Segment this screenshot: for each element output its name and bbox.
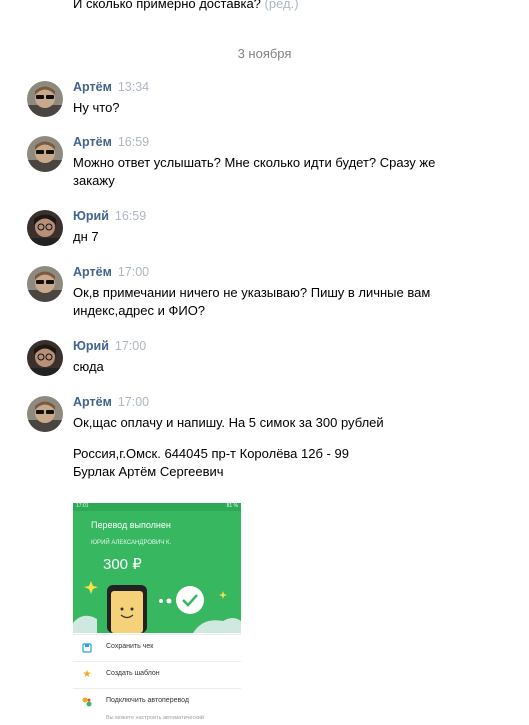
avatar-artyom[interactable] — [27, 81, 63, 117]
menu-label: Подключить автоперевод — [106, 697, 189, 704]
autopay-item[interactable]: Подключить автоперевод — [73, 688, 241, 716]
avatar-artyom[interactable] — [27, 396, 63, 432]
success-illustration — [73, 581, 241, 633]
message-meta: Юрий 16:59 — [73, 209, 146, 223]
author-name[interactable]: Артём — [73, 80, 112, 94]
message-text: Ну что? — [73, 99, 463, 117]
message-time[interactable]: 16:59 — [115, 209, 146, 223]
message-text: И сколько примерно доставка? — [73, 0, 261, 11]
avatar-artyom[interactable] — [27, 266, 63, 302]
author-name[interactable]: Артём — [73, 395, 112, 409]
autopay-hint: Вы можете настроить автоматический — [106, 715, 204, 721]
save-receipt-item[interactable]: Сохранить чек — [73, 634, 241, 662]
message-meta: Артём 16:59 — [73, 135, 149, 149]
previous-message-tail: И сколько примерно доставка? (ред.) — [73, 0, 299, 11]
avatar-yuriy[interactable] — [27, 210, 63, 246]
message-line: индекс,адрес и ФИО? — [73, 303, 206, 318]
message-line: Ок,в примечании ничего не указываю? Пишу… — [73, 285, 431, 300]
menu-label: Создать шаблон — [106, 670, 160, 677]
edited-marker[interactable]: (ред.) — [265, 0, 299, 11]
attached-photo[interactable]: 17:01 81 % Перевод выполнен ЮРИЙ АЛЕКСАН… — [73, 503, 241, 725]
message-time[interactable]: 17:00 — [118, 265, 149, 279]
star-icon: ★ — [82, 669, 92, 680]
author-name[interactable]: Юрий — [73, 209, 109, 223]
message-text: Ок,щас оплачу и напишу. На 5 симок за 30… — [73, 414, 463, 432]
menu-label: Сохранить чек — [106, 643, 154, 650]
message-text: Ок,в примечании ничего не указываю? Пишу… — [73, 284, 463, 320]
message-text: дн 7 — [73, 228, 463, 246]
message-line: сюда — [73, 359, 104, 374]
address-text: Россия,г.Омск. 644045 пр-т Королёва 12б … — [73, 445, 349, 481]
message-line: дн 7 — [73, 229, 99, 244]
author-name[interactable]: Артём — [73, 265, 112, 279]
date-separator: 3 ноября — [237, 46, 292, 61]
autopay-icon — [81, 696, 93, 708]
message-line: Ну что? — [73, 100, 120, 115]
message-meta: Юрий 17:00 — [73, 339, 146, 353]
message-time[interactable]: 16:59 — [118, 135, 149, 149]
message-text: Можно ответ услышать? Мне сколько идти б… — [73, 154, 463, 190]
message-time[interactable]: 17:00 — [118, 395, 149, 409]
message-meta: Артём 17:00 — [73, 395, 149, 409]
message-time[interactable]: 13:34 — [118, 80, 149, 94]
address-line: Россия,г.Омск. 644045 пр-т Королёва 12б … — [73, 446, 349, 461]
author-name[interactable]: Артём — [73, 135, 112, 149]
message-meta: Артём 13:34 — [73, 80, 149, 94]
message-text: сюда — [73, 358, 463, 376]
message-line: Ок,щас оплачу и напишу. На 5 симок за 30… — [73, 415, 384, 430]
message-line: Можно ответ услышать? Мне сколько идти б… — [73, 155, 436, 170]
message-line: закажу — [73, 173, 115, 188]
message-meta: Артём 17:00 — [73, 265, 149, 279]
create-template-item[interactable]: ★ Создать шаблон — [73, 661, 241, 689]
avatar-yuriy[interactable] — [27, 340, 63, 376]
message-time[interactable]: 17:00 — [115, 339, 146, 353]
avatar-artyom[interactable] — [27, 136, 63, 172]
save-icon — [81, 642, 93, 654]
author-name[interactable]: Юрий — [73, 339, 109, 353]
address-name: Бурлак Артём Сергеевич — [73, 464, 224, 479]
